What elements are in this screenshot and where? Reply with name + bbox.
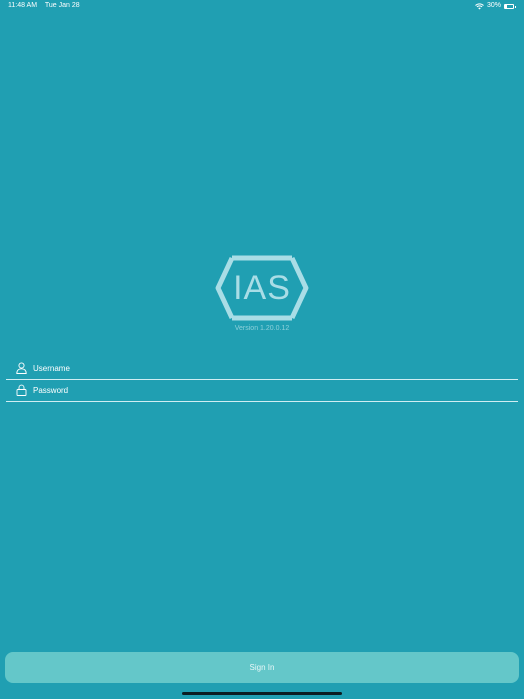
status-right: 30% [475,0,516,12]
password-field[interactable] [6,380,518,402]
status-left: 11:48 AM Tue Jan 28 [8,0,86,12]
wifi-icon [475,2,484,9]
status-bar: 11:48 AM Tue Jan 28 30% [0,0,524,12]
logo: IAS [212,254,312,322]
home-indicator[interactable] [182,692,342,695]
password-input[interactable] [33,380,513,401]
logo-text: IAS [233,269,291,307]
version-label: Version 1.20.0.12 [234,325,290,332]
status-time: 11:48 AM [8,2,38,9]
sign-in-button[interactable]: Sign In [5,652,519,683]
lock-icon [16,384,27,396]
battery-percent: 30% [486,2,501,9]
user-icon [16,362,27,374]
status-date: Tue Jan 28 [44,2,80,9]
username-input[interactable] [33,358,513,379]
battery-icon [504,3,516,9]
battery-fill [505,4,508,8]
username-field[interactable] [6,358,518,380]
